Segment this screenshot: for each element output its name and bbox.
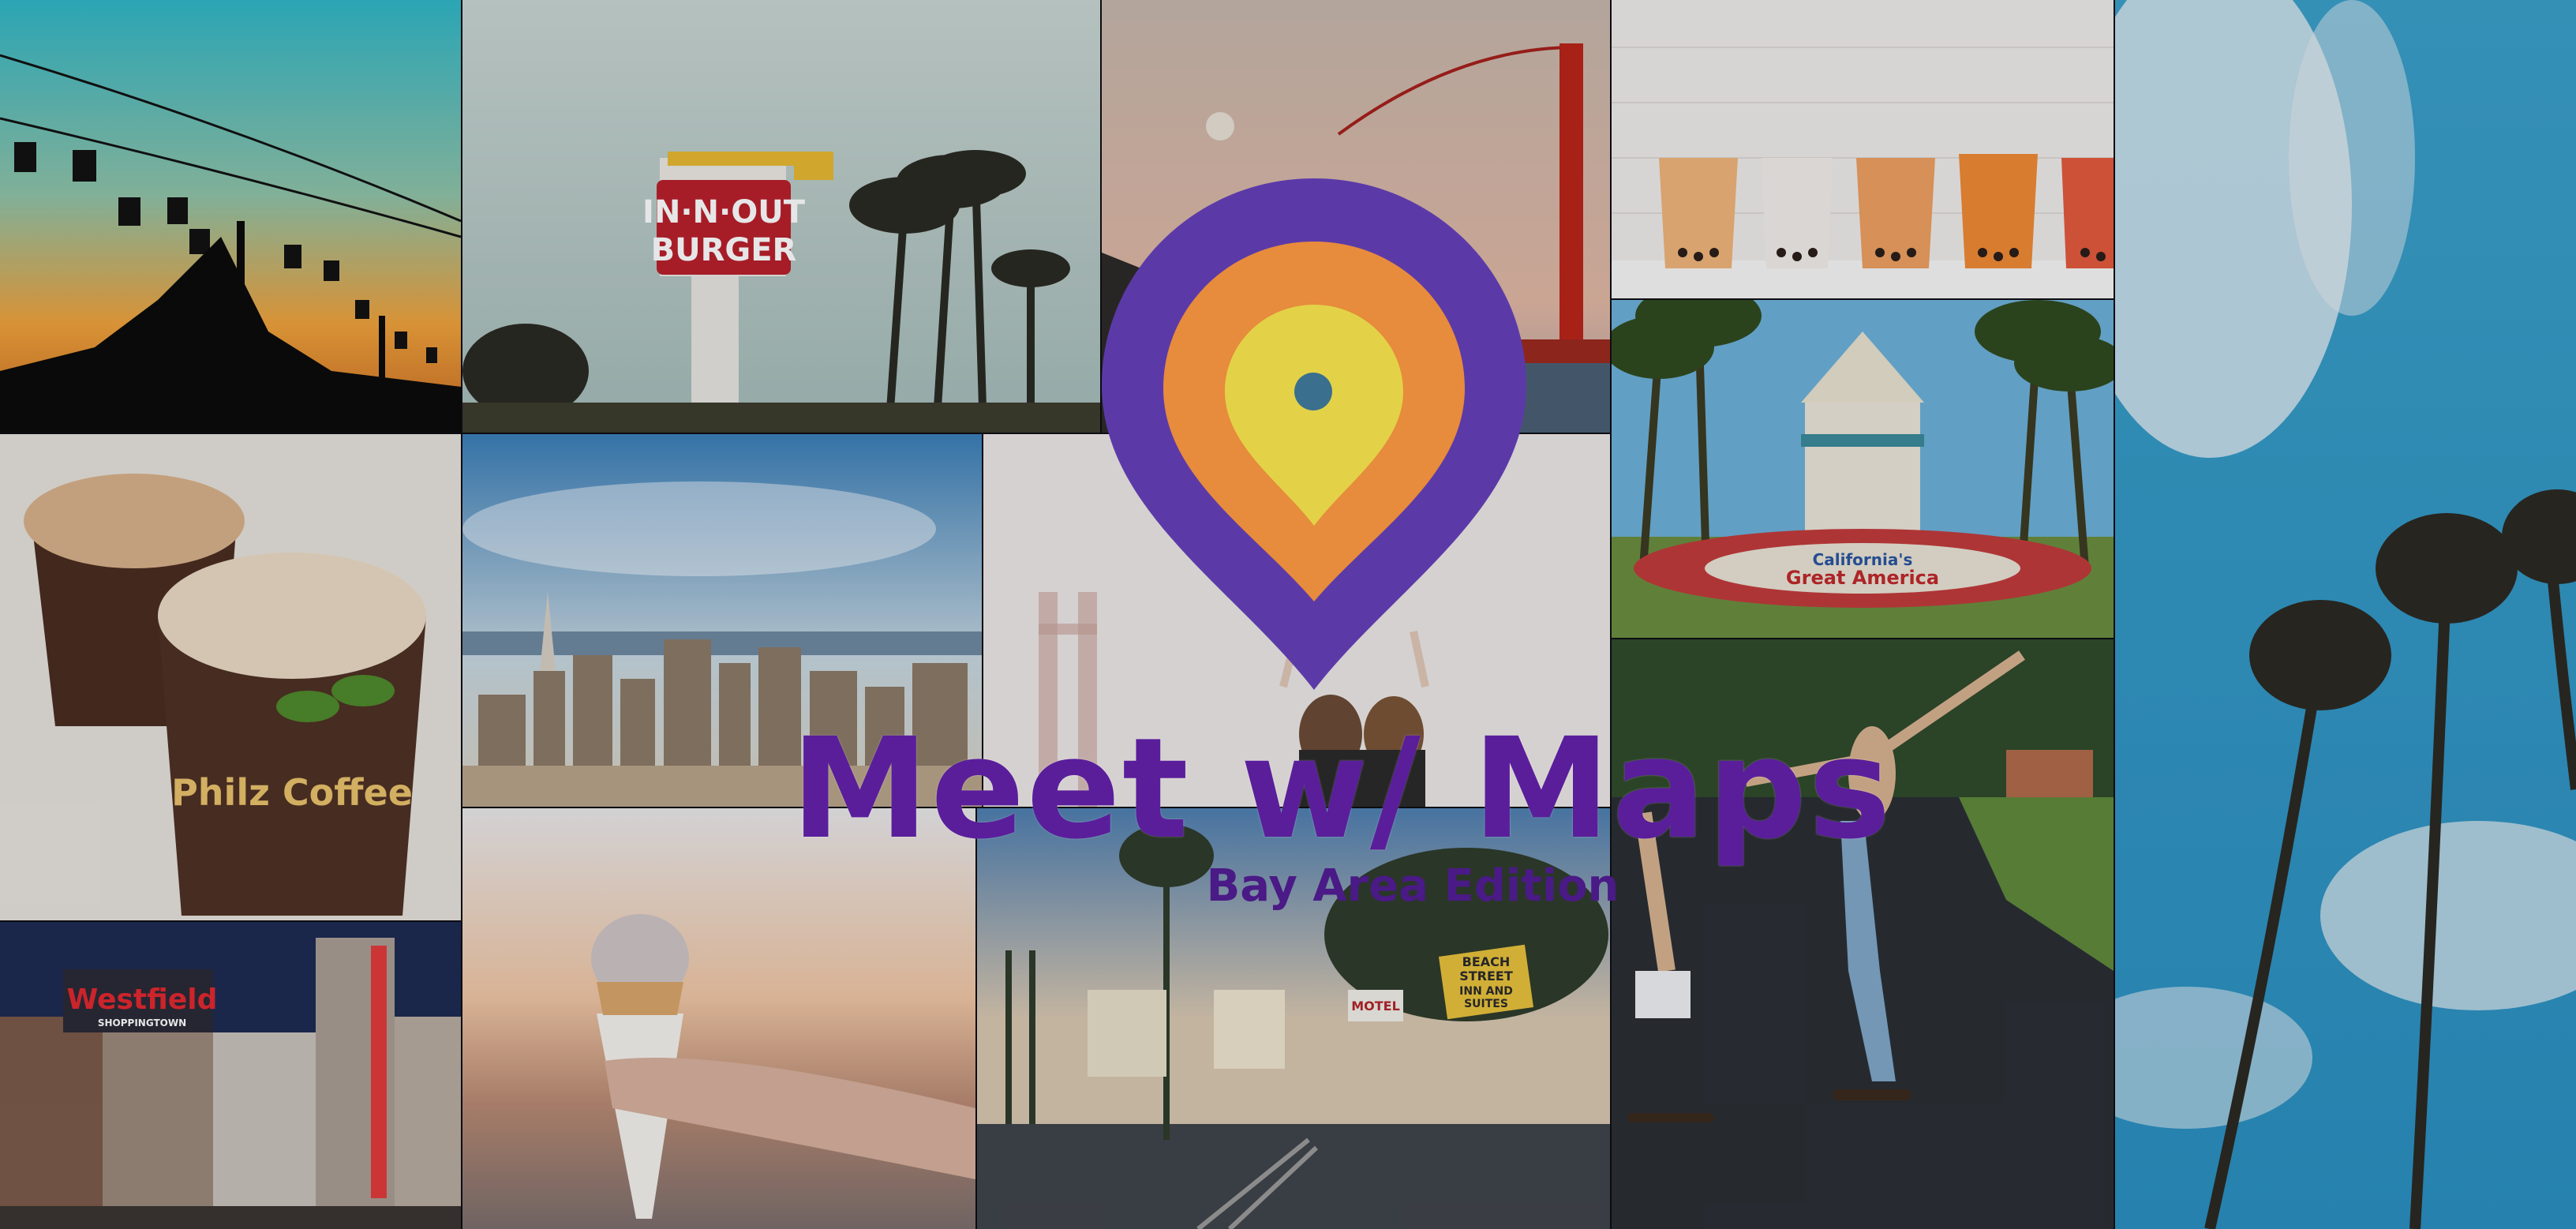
photo-iced-coffee-cups: Philz Coffee <box>0 434 461 920</box>
photo-westfield-mall: Westfield SHOPPINGTOWN <box>0 922 461 1229</box>
map-pin-icon <box>1102 178 1526 690</box>
innout-sign-line1: IN·N·OUT <box>642 194 806 230</box>
motel-sign: MOTEL <box>1351 999 1400 1014</box>
beach-sign-line3: INN AND <box>1459 985 1513 998</box>
photo-palm-trees-sky <box>2115 0 2576 1229</box>
westfield-sub-sign: SHOPPINGTOWN <box>98 1017 186 1029</box>
beach-sign-line4: SUITES <box>1464 998 1508 1010</box>
beach-sign-line1: BEACH <box>1462 954 1511 969</box>
photo-boba-tea-cups <box>1612 0 2114 298</box>
innout-sign-line2: BURGER <box>651 232 797 268</box>
subtitle-text: Bay Area Edition <box>1206 860 1619 912</box>
great-america-sign-line2: Great America <box>1786 567 1939 589</box>
coffee-cup-brand: Philz Coffee <box>171 771 413 814</box>
photo-in-n-out-sign: IN·N·OUT BURGER <box>462 0 1100 433</box>
photo-gondola-sunset <box>0 0 461 433</box>
photo-ice-cream-cone <box>462 808 975 1229</box>
westfield-sign: Westfield <box>67 984 218 1016</box>
beach-sign-line2: STREET <box>1459 969 1513 984</box>
photo-great-america: California's Great America <box>1612 300 2114 638</box>
title-text: Meet w/ Maps <box>790 708 1893 870</box>
